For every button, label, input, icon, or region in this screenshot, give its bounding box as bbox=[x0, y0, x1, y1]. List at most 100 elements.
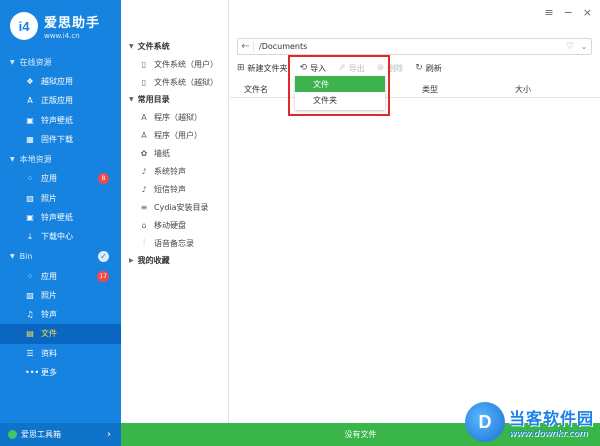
group-local-resources[interactable]: ▼ 本地资源 bbox=[0, 149, 121, 169]
i4-logo-icon: i4 bbox=[10, 12, 38, 40]
triangle-down-icon: ▼ bbox=[10, 252, 15, 260]
bell-icon: ♪ bbox=[141, 166, 147, 176]
sidebar-item-firmware[interactable]: ▦ 固件下载 bbox=[0, 130, 121, 149]
heart-icon[interactable]: ♡ bbox=[563, 42, 577, 52]
tree-item-programs-jailbreak[interactable]: A 程序（越狱） bbox=[121, 108, 228, 126]
import-menu-item-folder[interactable]: 文件夹 bbox=[295, 92, 385, 108]
sidebar-item-label: 下载中心 bbox=[41, 232, 73, 242]
sidebar-item-downloads[interactable]: ⤓ 下载中心 bbox=[0, 227, 121, 246]
tree-item-label: 语音备忘录 bbox=[154, 238, 194, 248]
new-folder-button[interactable]: ⊞ 新建文件夹 bbox=[237, 63, 288, 74]
sidebar-item-label: 铃声壁纸 bbox=[41, 212, 73, 222]
triangle-down-icon: ▼ bbox=[129, 96, 134, 103]
triangle-down-icon: ▼ bbox=[129, 43, 134, 50]
app-logo: i4 爱思助手 www.i4.cn bbox=[0, 0, 121, 52]
tree-item-filesystem-user[interactable]: ▯ 文件系统（用户） bbox=[121, 55, 228, 73]
watermark-url: www.downkr.com bbox=[508, 429, 588, 439]
film-icon: ▣ bbox=[26, 115, 34, 125]
sidebar-item-jailbreak-apps[interactable]: ❖ 越狱应用 bbox=[0, 72, 121, 91]
app-store-icon: A bbox=[141, 130, 147, 140]
tree-item-mobile-drive[interactable]: ⌂ 移动硬盘 bbox=[121, 216, 228, 234]
voice-icon: ⫶ bbox=[143, 238, 145, 247]
watermark-logo-icon: D bbox=[464, 402, 505, 442]
sidebar-item-label: 资料 bbox=[41, 348, 57, 358]
tree-item-label: 文件系统（用户） bbox=[154, 59, 218, 69]
group-label: 在线资源 bbox=[19, 57, 52, 67]
file-icon: ▯ bbox=[141, 77, 147, 87]
tree-section-common-dirs[interactable]: ▼ 常用目录 bbox=[121, 91, 228, 108]
list-icon: ☰ bbox=[26, 348, 34, 358]
tree-item-cydia-dir[interactable]: ≡ Cydia安装目录 bbox=[121, 198, 228, 216]
triangle-down-icon: ▼ bbox=[10, 155, 15, 163]
tree-item-label: 文件系统（越狱） bbox=[154, 77, 218, 87]
download-icon: ⤓ bbox=[28, 231, 32, 241]
app-name: 爱思助手 bbox=[44, 16, 101, 31]
sidebar-item-device-files[interactable]: ▤ 文件 bbox=[0, 324, 121, 344]
film-icon: ▣ bbox=[26, 212, 34, 222]
column-header-type[interactable]: 类型 bbox=[422, 84, 438, 95]
sidebar-item-label: 铃声 bbox=[41, 310, 57, 320]
sidebar-item-device-info[interactable]: ☰ 资料 bbox=[0, 344, 121, 363]
close-icon[interactable]: × bbox=[583, 6, 592, 19]
refresh-button[interactable]: ↻ 刷新 bbox=[415, 63, 442, 74]
tree-item-wallpaper[interactable]: ✿ 墙纸 bbox=[121, 144, 228, 162]
photo-icon: ▨ bbox=[26, 290, 34, 300]
tree-item-voice-memos[interactable]: ⫶ 语音备忘录 bbox=[121, 234, 228, 252]
triangle-right-icon: ▶ bbox=[129, 257, 134, 264]
sidebar-item-genuine-apps[interactable]: A 正版应用 bbox=[0, 91, 121, 110]
tree-section-label: 我的收藏 bbox=[137, 256, 170, 265]
path-text[interactable]: /Documents bbox=[254, 42, 563, 51]
menu-icon[interactable]: ≡ bbox=[544, 6, 553, 19]
column-header-size[interactable]: 大小 bbox=[515, 84, 531, 95]
chevron-right-icon: › bbox=[107, 429, 111, 440]
sidebar: i4 爱思助手 www.i4.cn ▼ 在线资源 ❖ 越狱应用 A 正版应用 ▣… bbox=[0, 0, 121, 446]
file-table-header: 文件名 类型 大小 bbox=[230, 80, 600, 98]
apps-icon: ⁘ bbox=[26, 271, 34, 281]
status-text: 没有文件 bbox=[344, 430, 377, 439]
sidebar-item-device-apps[interactable]: ⁘ 应用 17 bbox=[0, 266, 121, 285]
sidebar-item-label: 照片 bbox=[41, 193, 57, 203]
sidebar-item-local-ringtones[interactable]: ▣ 铃声壁纸 bbox=[0, 208, 121, 227]
sidebar-item-local-apps[interactable]: ⁘ 应用 8 bbox=[0, 169, 121, 188]
sidebar-item-label: 正版应用 bbox=[41, 96, 73, 106]
group-label: Bin bbox=[19, 251, 33, 261]
chevron-down-icon[interactable]: ⌄ bbox=[577, 42, 591, 51]
tree-item-label: 系统铃声 bbox=[154, 166, 186, 176]
tree-item-programs-user[interactable]: A 程序（用户） bbox=[121, 126, 228, 144]
app-store-icon: A bbox=[27, 96, 33, 106]
import-menu-item-file[interactable]: 文件 bbox=[295, 76, 385, 92]
sidebar-item-ringtones-wallpapers[interactable]: ▣ 铃声壁纸 bbox=[0, 111, 121, 130]
refresh-label: 刷新 bbox=[425, 63, 442, 73]
toolbox-button[interactable]: 爱思工具箱 › bbox=[0, 423, 121, 446]
sidebar-item-more[interactable]: ••• 更多 bbox=[0, 363, 121, 382]
tree-item-label: Cydia安装目录 bbox=[154, 202, 209, 212]
refresh-icon: ↻ bbox=[415, 63, 423, 73]
tree-item-label: 墙纸 bbox=[154, 148, 170, 158]
tree-item-label: 移动硬盘 bbox=[154, 220, 186, 230]
sidebar-item-device-photos[interactable]: ▨ 照片 bbox=[0, 286, 121, 305]
tree-section-filesystem[interactable]: ▼ 文件系统 bbox=[121, 38, 228, 55]
drive-icon: ⌂ bbox=[141, 220, 147, 230]
column-header-filename[interactable]: 文件名 bbox=[244, 84, 268, 95]
sidebar-item-label: 固件下载 bbox=[41, 135, 73, 145]
minimize-icon[interactable]: − bbox=[564, 6, 573, 19]
tree-section-favorites[interactable]: ▶ 我的收藏 bbox=[121, 252, 228, 269]
group-device-bin[interactable]: ▼ Bin ✓ bbox=[0, 246, 121, 266]
tree-item-filesystem-jailbreak[interactable]: ▯ 文件系统（越狱） bbox=[121, 73, 228, 91]
address-bar[interactable]: ← /Documents ♡ ⌄ bbox=[237, 38, 592, 55]
group-online-resources[interactable]: ▼ 在线资源 bbox=[0, 52, 121, 72]
back-arrow-icon[interactable]: ← bbox=[238, 41, 254, 52]
tree-item-label: 程序（用户） bbox=[154, 130, 202, 140]
tree-item-sms-ringtones[interactable]: ♪ 短信铃声 bbox=[121, 180, 228, 198]
new-folder-icon: ⊞ bbox=[237, 63, 245, 73]
music-icon: ♫ bbox=[26, 310, 34, 320]
bell-icon: ♪ bbox=[141, 184, 147, 194]
sidebar-item-local-photos[interactable]: ▨ 照片 bbox=[0, 188, 121, 207]
tree-item-system-ringtones[interactable]: ♪ 系统铃声 bbox=[121, 162, 228, 180]
count-badge: 17 bbox=[97, 270, 109, 282]
sidebar-item-label: 照片 bbox=[41, 290, 57, 300]
new-folder-label: 新建文件夹 bbox=[247, 63, 288, 73]
toolbox-icon bbox=[8, 430, 17, 439]
sidebar-item-label: 铃声壁纸 bbox=[41, 115, 73, 125]
sidebar-item-device-ringtones[interactable]: ♫ 铃声 bbox=[0, 305, 121, 324]
